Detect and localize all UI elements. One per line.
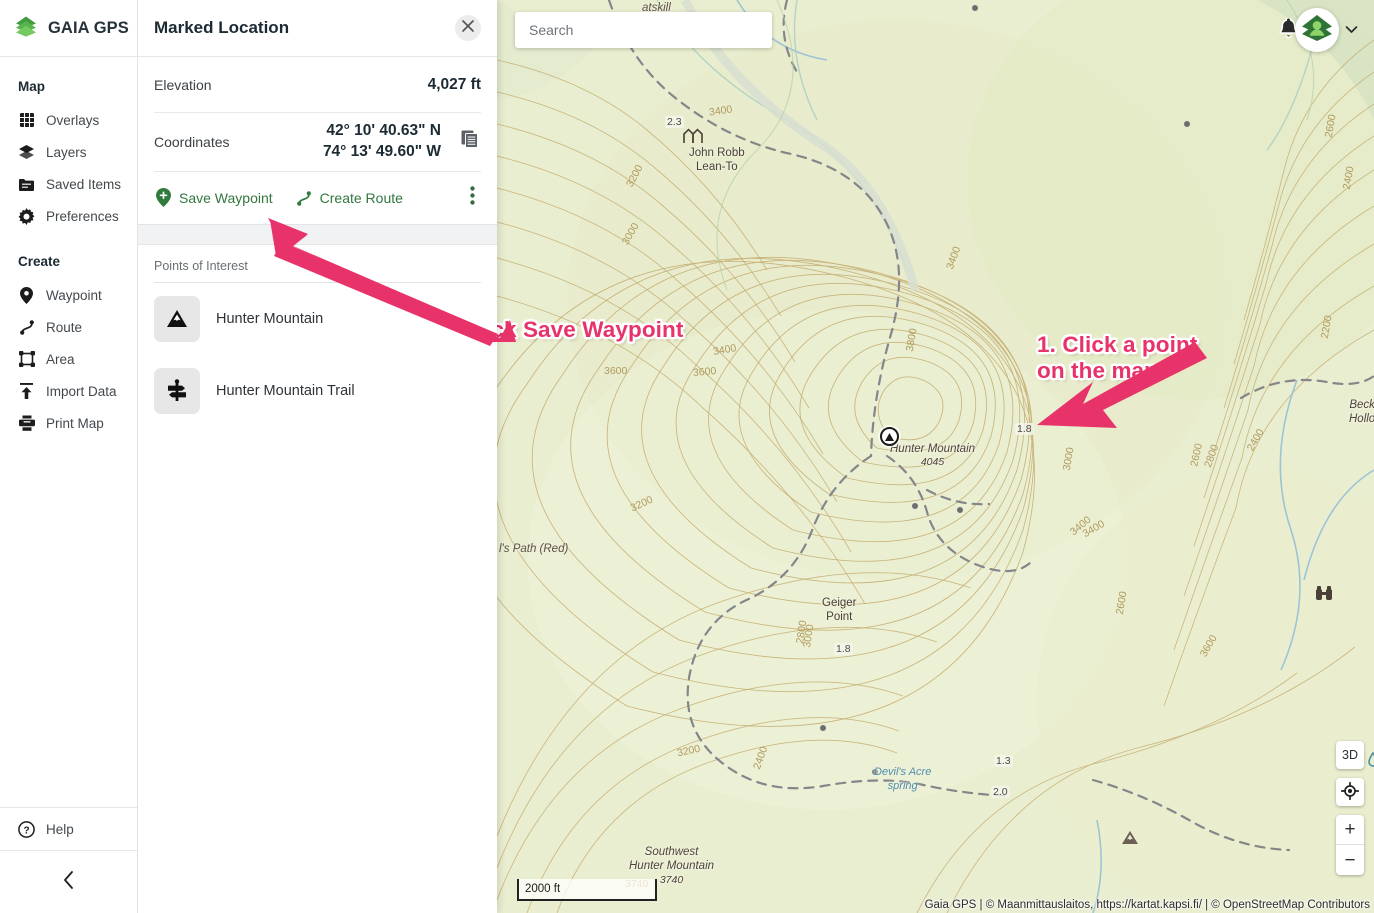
map-scale-bar: 2000 ft (517, 879, 657, 901)
poi-name: Hunter Mountain Trail (216, 382, 355, 399)
brand-name: GAIA GPS (48, 18, 129, 37)
map-viewport[interactable]: atskillJohn RobbLean-ToHunter Mountain40… (497, 0, 1374, 913)
main-sidebar: GAIA GPS Map Overlays Layers Saved Items (0, 0, 138, 913)
elevation-label: Elevation (154, 76, 212, 93)
sidebar-item-label: Import Data (46, 383, 117, 399)
latitude-value: 42° 10' 40.63" N (326, 122, 441, 139)
poi-name: Hunter Mountain (216, 310, 324, 327)
elevation-value: 4,027 ft (427, 75, 481, 93)
kebab-menu-icon (470, 186, 475, 210)
trail-signpost-icon (154, 367, 200, 414)
close-panel-button[interactable] (455, 15, 481, 41)
points-of-interest-section: Points of Interest Hunter Mountain Hunte… (138, 245, 497, 427)
page-title: Marked Location (154, 18, 290, 37)
location-info: Elevation 4,027 ft Coordinates 42° 10' 4… (138, 57, 497, 224)
sidebar-item-label: Route (46, 319, 83, 335)
sidebar-item-label: Saved Items (46, 176, 122, 192)
area-square-icon (18, 351, 35, 368)
locate-me-button[interactable] (1336, 778, 1364, 806)
user-avatar-icon (1300, 11, 1334, 50)
sidebar-item-area[interactable]: Area (0, 343, 137, 375)
sidebar-item-label: Area (46, 351, 75, 367)
list-item[interactable]: Hunter Mountain Trail (154, 355, 481, 427)
chevron-down-icon (1345, 21, 1358, 39)
search-input[interactable] (529, 22, 758, 38)
sidebar-item-label: Print Map (46, 415, 104, 431)
zoom-in-button[interactable]: + (1336, 815, 1364, 845)
zoom-out-button[interactable]: − (1336, 845, 1364, 875)
map-search-box[interactable] (515, 12, 772, 48)
toggle-3d-button[interactable]: 3D (1336, 741, 1364, 769)
layers-stack-icon (18, 144, 35, 161)
sidebar-item-overlays[interactable]: Overlays (0, 104, 137, 136)
more-options-button[interactable] (464, 182, 481, 214)
panel-header: Marked Location (138, 0, 497, 57)
zoom-controls: + − (1336, 815, 1364, 875)
poi-section-header: Points of Interest (154, 259, 481, 283)
gaia-logo-icon (13, 13, 39, 44)
grid-overlays-icon (18, 112, 35, 129)
elevation-row: Elevation 4,027 ft (154, 57, 481, 113)
sidebar-item-preferences[interactable]: Preferences (0, 200, 137, 232)
brand-header[interactable]: GAIA GPS (0, 0, 137, 57)
map-attribution: Gaia GPS | © Maanmittauslaitos, https://… (924, 899, 1370, 911)
sidebar-item-label: Preferences (46, 208, 119, 224)
avatar (1295, 8, 1339, 52)
gear-icon (18, 207, 35, 225)
coordinates-label: Coordinates (154, 133, 230, 150)
sidebar-item-label: Overlays (46, 112, 100, 128)
marked-location-icon[interactable] (880, 427, 899, 446)
marked-location-panel: Marked Location Elevation 4,027 ft Coord… (138, 0, 497, 913)
list-item[interactable]: Hunter Mountain (154, 283, 481, 355)
sidebar-section-create: Create (18, 254, 61, 269)
sidebar-collapse-button[interactable] (0, 851, 137, 913)
panel-section-divider (138, 223, 497, 245)
coordinates-value: 42° 10' 40.63" N 74° 13' 49.60" W (323, 121, 441, 163)
create-route-label: Create Route (319, 189, 403, 206)
sidebar-item-waypoint[interactable]: Waypoint (0, 279, 137, 311)
sidebar-section-map: Map (18, 79, 45, 94)
copy-coordinates-button[interactable] (459, 130, 481, 154)
sidebar-item-import-data[interactable]: Import Data (0, 375, 137, 407)
sidebar-item-saved-items[interactable]: Saved Items (0, 168, 137, 200)
chevron-left-icon (62, 870, 75, 895)
sidebar-item-help[interactable]: ? Help (0, 807, 137, 851)
help-label: Help (46, 821, 74, 837)
map-controls: 3D + − (1336, 741, 1364, 875)
create-route-button[interactable]: Create Route (295, 190, 425, 206)
crosshair-locate-icon (1340, 781, 1360, 803)
save-waypoint-button[interactable]: Save Waypoint (154, 188, 295, 208)
close-x-icon (461, 19, 475, 38)
sidebar-item-label: Layers (46, 144, 87, 160)
save-waypoint-label: Save Waypoint (179, 189, 273, 206)
sidebar-item-print-map[interactable]: Print Map (0, 407, 137, 439)
gaia-gps-app: GAIA GPS Map Overlays Layers Saved Items (0, 0, 1374, 913)
question-circle-icon: ? (18, 820, 35, 838)
map-pin-icon (18, 286, 35, 304)
account-menu-button[interactable] (1295, 8, 1358, 52)
sidebar-item-layers[interactable]: Layers (0, 136, 137, 168)
coordinates-row: Coordinates 42° 10' 40.63" N 74° 13' 49.… (154, 113, 481, 172)
map-canvas (497, 0, 1374, 913)
folder-saved-icon (18, 176, 35, 193)
sidebar-item-label: Waypoint (46, 287, 102, 303)
route-line-icon (295, 190, 313, 206)
upload-arrow-icon (18, 383, 35, 400)
sidebar-item-route[interactable]: Route (0, 311, 137, 343)
route-line-icon (18, 319, 35, 336)
scale-label: 2000 ft (525, 883, 561, 895)
longitude-value: 74° 13' 49.60" W (322, 142, 441, 160)
printer-icon (18, 415, 35, 432)
copy-icon (461, 130, 480, 154)
pin-plus-icon (154, 188, 172, 208)
svg-text:?: ? (23, 825, 29, 836)
location-actions: Save Waypoint Create Route (154, 172, 481, 224)
mountain-peak-icon (154, 295, 200, 342)
